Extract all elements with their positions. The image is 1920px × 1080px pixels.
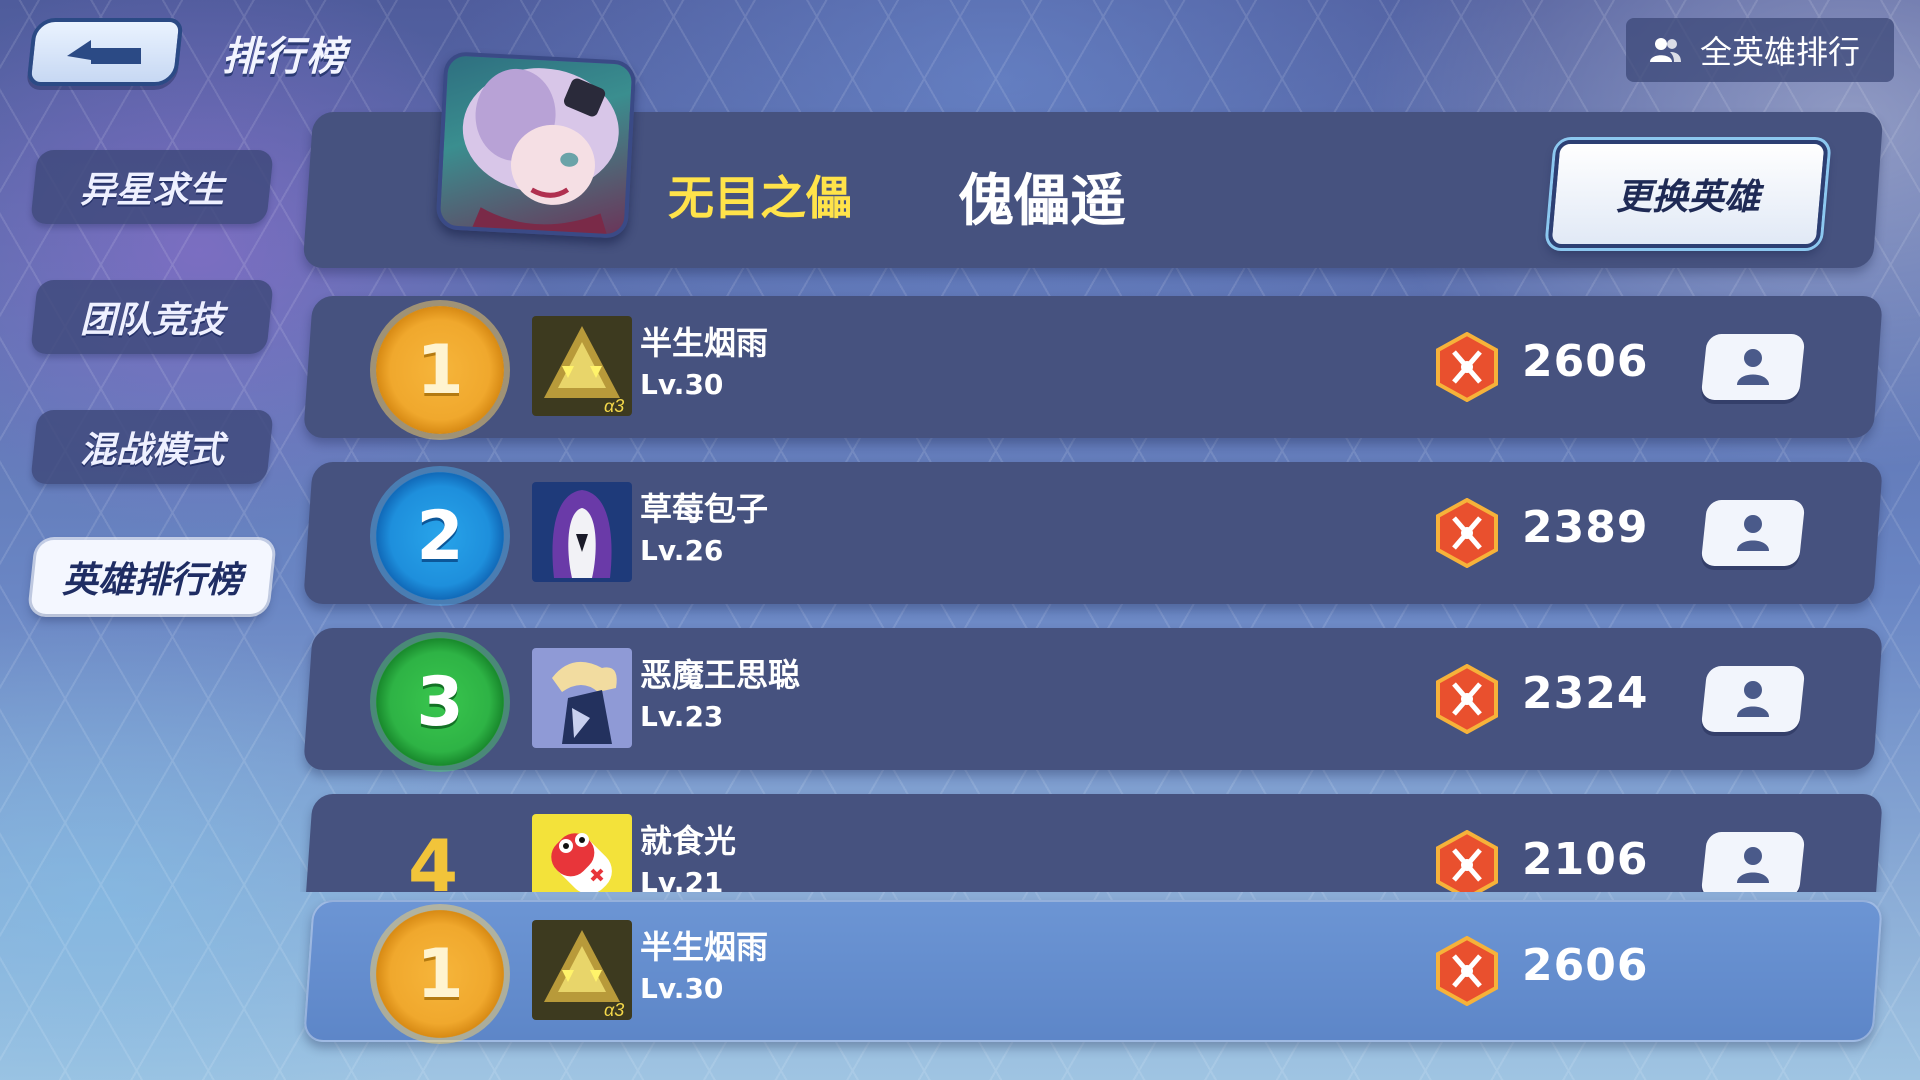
- player-name: 草莓包子: [640, 490, 769, 528]
- rank-medal-gold: 1: [376, 306, 504, 434]
- player-avatar: [532, 814, 632, 892]
- view-profile-button[interactable]: [1700, 666, 1806, 732]
- back-button[interactable]: [26, 18, 184, 86]
- view-profile-button[interactable]: [1700, 334, 1806, 400]
- change-hero-label: 更换英雄: [1615, 177, 1760, 218]
- user-icon: [1737, 349, 1769, 385]
- svg-text:α3: α3: [604, 1000, 624, 1020]
- rank-medal-green: 3: [376, 638, 504, 766]
- player-score: 2389: [1522, 502, 1649, 553]
- rank-medal-blue: 2: [376, 472, 504, 600]
- player-score: 2606: [1522, 940, 1649, 991]
- player-level: Lv.21: [640, 866, 724, 892]
- player-level: Lv.30: [640, 972, 724, 1005]
- ranking-row-3: 3 恶魔王思聪 Lv.23 2324: [303, 628, 1883, 770]
- all-heroes-label: 全英雄排行: [1700, 33, 1861, 71]
- tab-team-battle[interactable]: 团队竞技: [30, 280, 274, 354]
- player-avatar: α3: [532, 316, 632, 416]
- player-name: 就食光: [640, 822, 737, 860]
- tab-melee-mode[interactable]: 混战模式: [30, 410, 274, 484]
- change-hero-button[interactable]: 更换英雄: [1547, 140, 1829, 248]
- page-title: 排行榜: [222, 34, 348, 80]
- ranking-row-4-clip: 4 就食光 Lv.21 2106: [300, 790, 1900, 892]
- player-score: 2324: [1522, 668, 1649, 719]
- user-icon: [1737, 681, 1769, 717]
- player-avatar: [532, 648, 632, 748]
- rank-medal-gold: 1: [376, 910, 504, 1038]
- player-avatar: [532, 482, 632, 582]
- users-icon: [1650, 38, 1681, 62]
- hero-portrait: [435, 51, 637, 239]
- score-badge-icon: [1436, 498, 1498, 568]
- ranking-row-2: 2 草莓包子 Lv.26 2389: [303, 462, 1883, 604]
- player-avatar: α3: [532, 920, 632, 1020]
- all-heroes-ranking-button[interactable]: 全英雄排行: [1626, 18, 1894, 82]
- player-name: 恶魔王思聪: [640, 656, 801, 694]
- score-badge-icon: [1436, 332, 1498, 402]
- hero-name: 傀儡遥: [958, 169, 1126, 234]
- hero-title: 无目之儡: [668, 171, 852, 225]
- player-name: 半生烟雨: [640, 324, 769, 362]
- player-name: 半生烟雨: [640, 928, 769, 966]
- back-arrow-icon: [67, 40, 141, 64]
- player-score: 2106: [1522, 834, 1649, 885]
- score-badge-icon: [1436, 664, 1498, 734]
- player-level: Lv.23: [640, 700, 724, 733]
- rank-number: 4: [408, 824, 459, 892]
- svg-text:α3: α3: [604, 396, 624, 416]
- my-ranking-row: 1 α3 半生烟雨 Lv.30 2606: [303, 900, 1883, 1042]
- view-profile-button[interactable]: [1700, 500, 1806, 566]
- player-score: 2606: [1522, 336, 1649, 387]
- tab-alien-survival[interactable]: 异星求生: [30, 150, 274, 224]
- ranking-row-4: 4 就食光 Lv.21 2106: [303, 794, 1883, 892]
- score-badge-icon: [1436, 830, 1498, 892]
- ranking-row-1: 1 α3 半生烟雨 Lv.30 2606: [303, 296, 1883, 438]
- score-badge-icon: [1436, 936, 1498, 1006]
- tab-hero-ranking[interactable]: 英雄排行榜: [30, 540, 274, 614]
- player-level: Lv.30: [640, 368, 724, 401]
- user-icon: [1737, 847, 1769, 883]
- user-icon: [1737, 515, 1769, 551]
- player-level: Lv.26: [640, 534, 724, 567]
- view-profile-button[interactable]: [1700, 832, 1806, 892]
